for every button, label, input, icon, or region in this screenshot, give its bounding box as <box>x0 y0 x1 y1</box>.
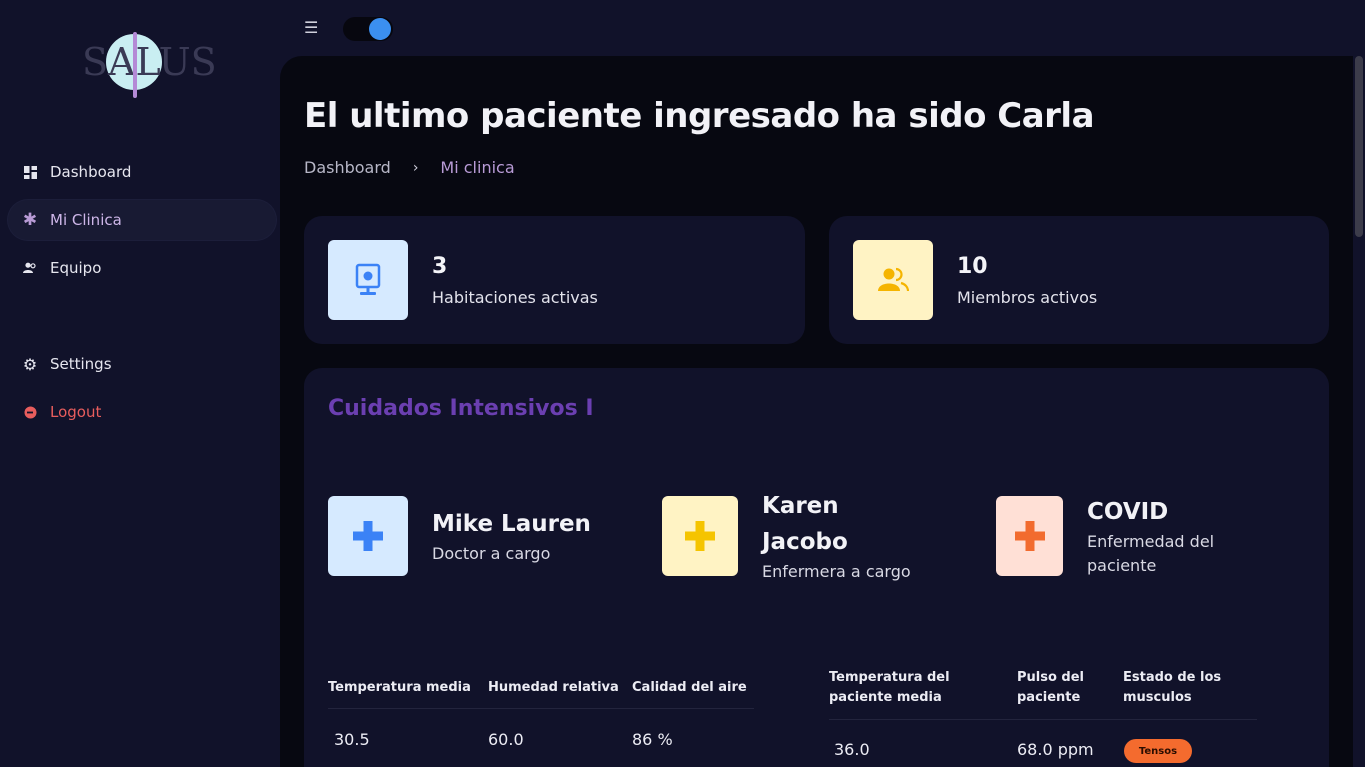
table-header: Estado de los musculos <box>1123 670 1222 705</box>
table-divider <box>829 719 1257 720</box>
dashboard-icon <box>23 165 37 179</box>
menu-icon[interactable]: ☰ <box>304 20 320 36</box>
nurse-name: Karen Jacobo <box>762 493 848 555</box>
sidebar: SALUS Dashboard ✱ Mi Clinica Equipo ⚙ Se… <box>0 0 280 767</box>
stat-value: 3 <box>432 254 448 279</box>
plus-icon <box>996 496 1063 576</box>
plus-icon <box>662 496 738 576</box>
toggle-knob <box>369 18 391 40</box>
table-divider <box>328 708 754 709</box>
breadcrumb-current: Mi clinica <box>440 158 515 177</box>
main-panel: El ultimo paciente ingresado ha sido Car… <box>280 56 1353 767</box>
table-cell: 86 % <box>632 730 673 749</box>
nurse-role: Enfermera a cargo <box>762 562 911 581</box>
users-icon <box>853 240 933 320</box>
table-cell: 60.0 <box>488 730 524 749</box>
table-header: Calidad del aire <box>632 680 747 695</box>
logout-icon <box>23 405 37 419</box>
breadcrumb-separator-icon: › <box>412 159 419 176</box>
sidebar-item-label: Settings <box>50 355 112 373</box>
sidebar-item-label: Logout <box>50 403 102 421</box>
asterisk-icon: ✱ <box>22 210 38 230</box>
sidebar-item-label: Mi Clinica <box>50 211 122 229</box>
stat-card-members: 10 Miembros activos <box>829 216 1329 344</box>
stat-label: Habitaciones activas <box>432 288 598 307</box>
breadcrumb: Dashboard › Mi clinica <box>304 158 515 177</box>
monitor-icon <box>328 240 408 320</box>
table-header: Temperatura media <box>328 680 471 695</box>
unit-title: Cuidados Intensivos I <box>328 396 594 421</box>
page-title: El ultimo paciente ingresado ha sido Car… <box>304 96 1095 136</box>
sidebar-item-equipo[interactable]: Equipo <box>8 248 276 288</box>
gear-icon: ⚙ <box>22 354 38 374</box>
plus-icon <box>328 496 408 576</box>
doctor-name: Mike Lauren <box>432 511 591 537</box>
disease-role: Enfermedad del paciente <box>1087 532 1215 575</box>
scrollbar[interactable] <box>1355 56 1363 237</box>
status-badge: Tensos <box>1124 739 1192 763</box>
sidebar-item-label: Dashboard <box>50 163 132 181</box>
sidebar-item-logout[interactable]: Logout <box>8 392 276 432</box>
table-header: Temperatura del paciente media <box>829 670 950 705</box>
theme-toggle[interactable] <box>343 17 393 41</box>
table-cell: 30.5 <box>334 730 370 749</box>
doctor-role: Doctor a cargo <box>432 544 551 563</box>
sidebar-item-settings[interactable]: ⚙ Settings <box>8 344 276 384</box>
unit-card: Cuidados Intensivos I Mike Lauren Doctor… <box>304 368 1329 767</box>
sidebar-item-label: Equipo <box>50 259 102 277</box>
sidebar-item-dashboard[interactable]: Dashboard <box>8 152 276 192</box>
salus-logo[interactable]: SALUS <box>82 30 217 100</box>
stat-value: 10 <box>957 254 988 279</box>
table-cell: 68.0 ppm <box>1017 740 1094 759</box>
caduceus-staff-icon <box>133 32 137 98</box>
table-header: Pulso del paciente <box>1017 670 1085 705</box>
disease-name: COVID <box>1087 499 1169 525</box>
stat-label: Miembros activos <box>957 288 1098 307</box>
table-cell: 36.0 <box>834 740 870 759</box>
team-icon <box>23 261 37 275</box>
breadcrumb-root[interactable]: Dashboard <box>304 158 391 177</box>
stat-card-rooms: 3 Habitaciones activas <box>304 216 805 344</box>
sidebar-item-mi-clinica[interactable]: ✱ Mi Clinica <box>8 200 276 240</box>
table-header: Humedad relativa <box>488 680 619 695</box>
